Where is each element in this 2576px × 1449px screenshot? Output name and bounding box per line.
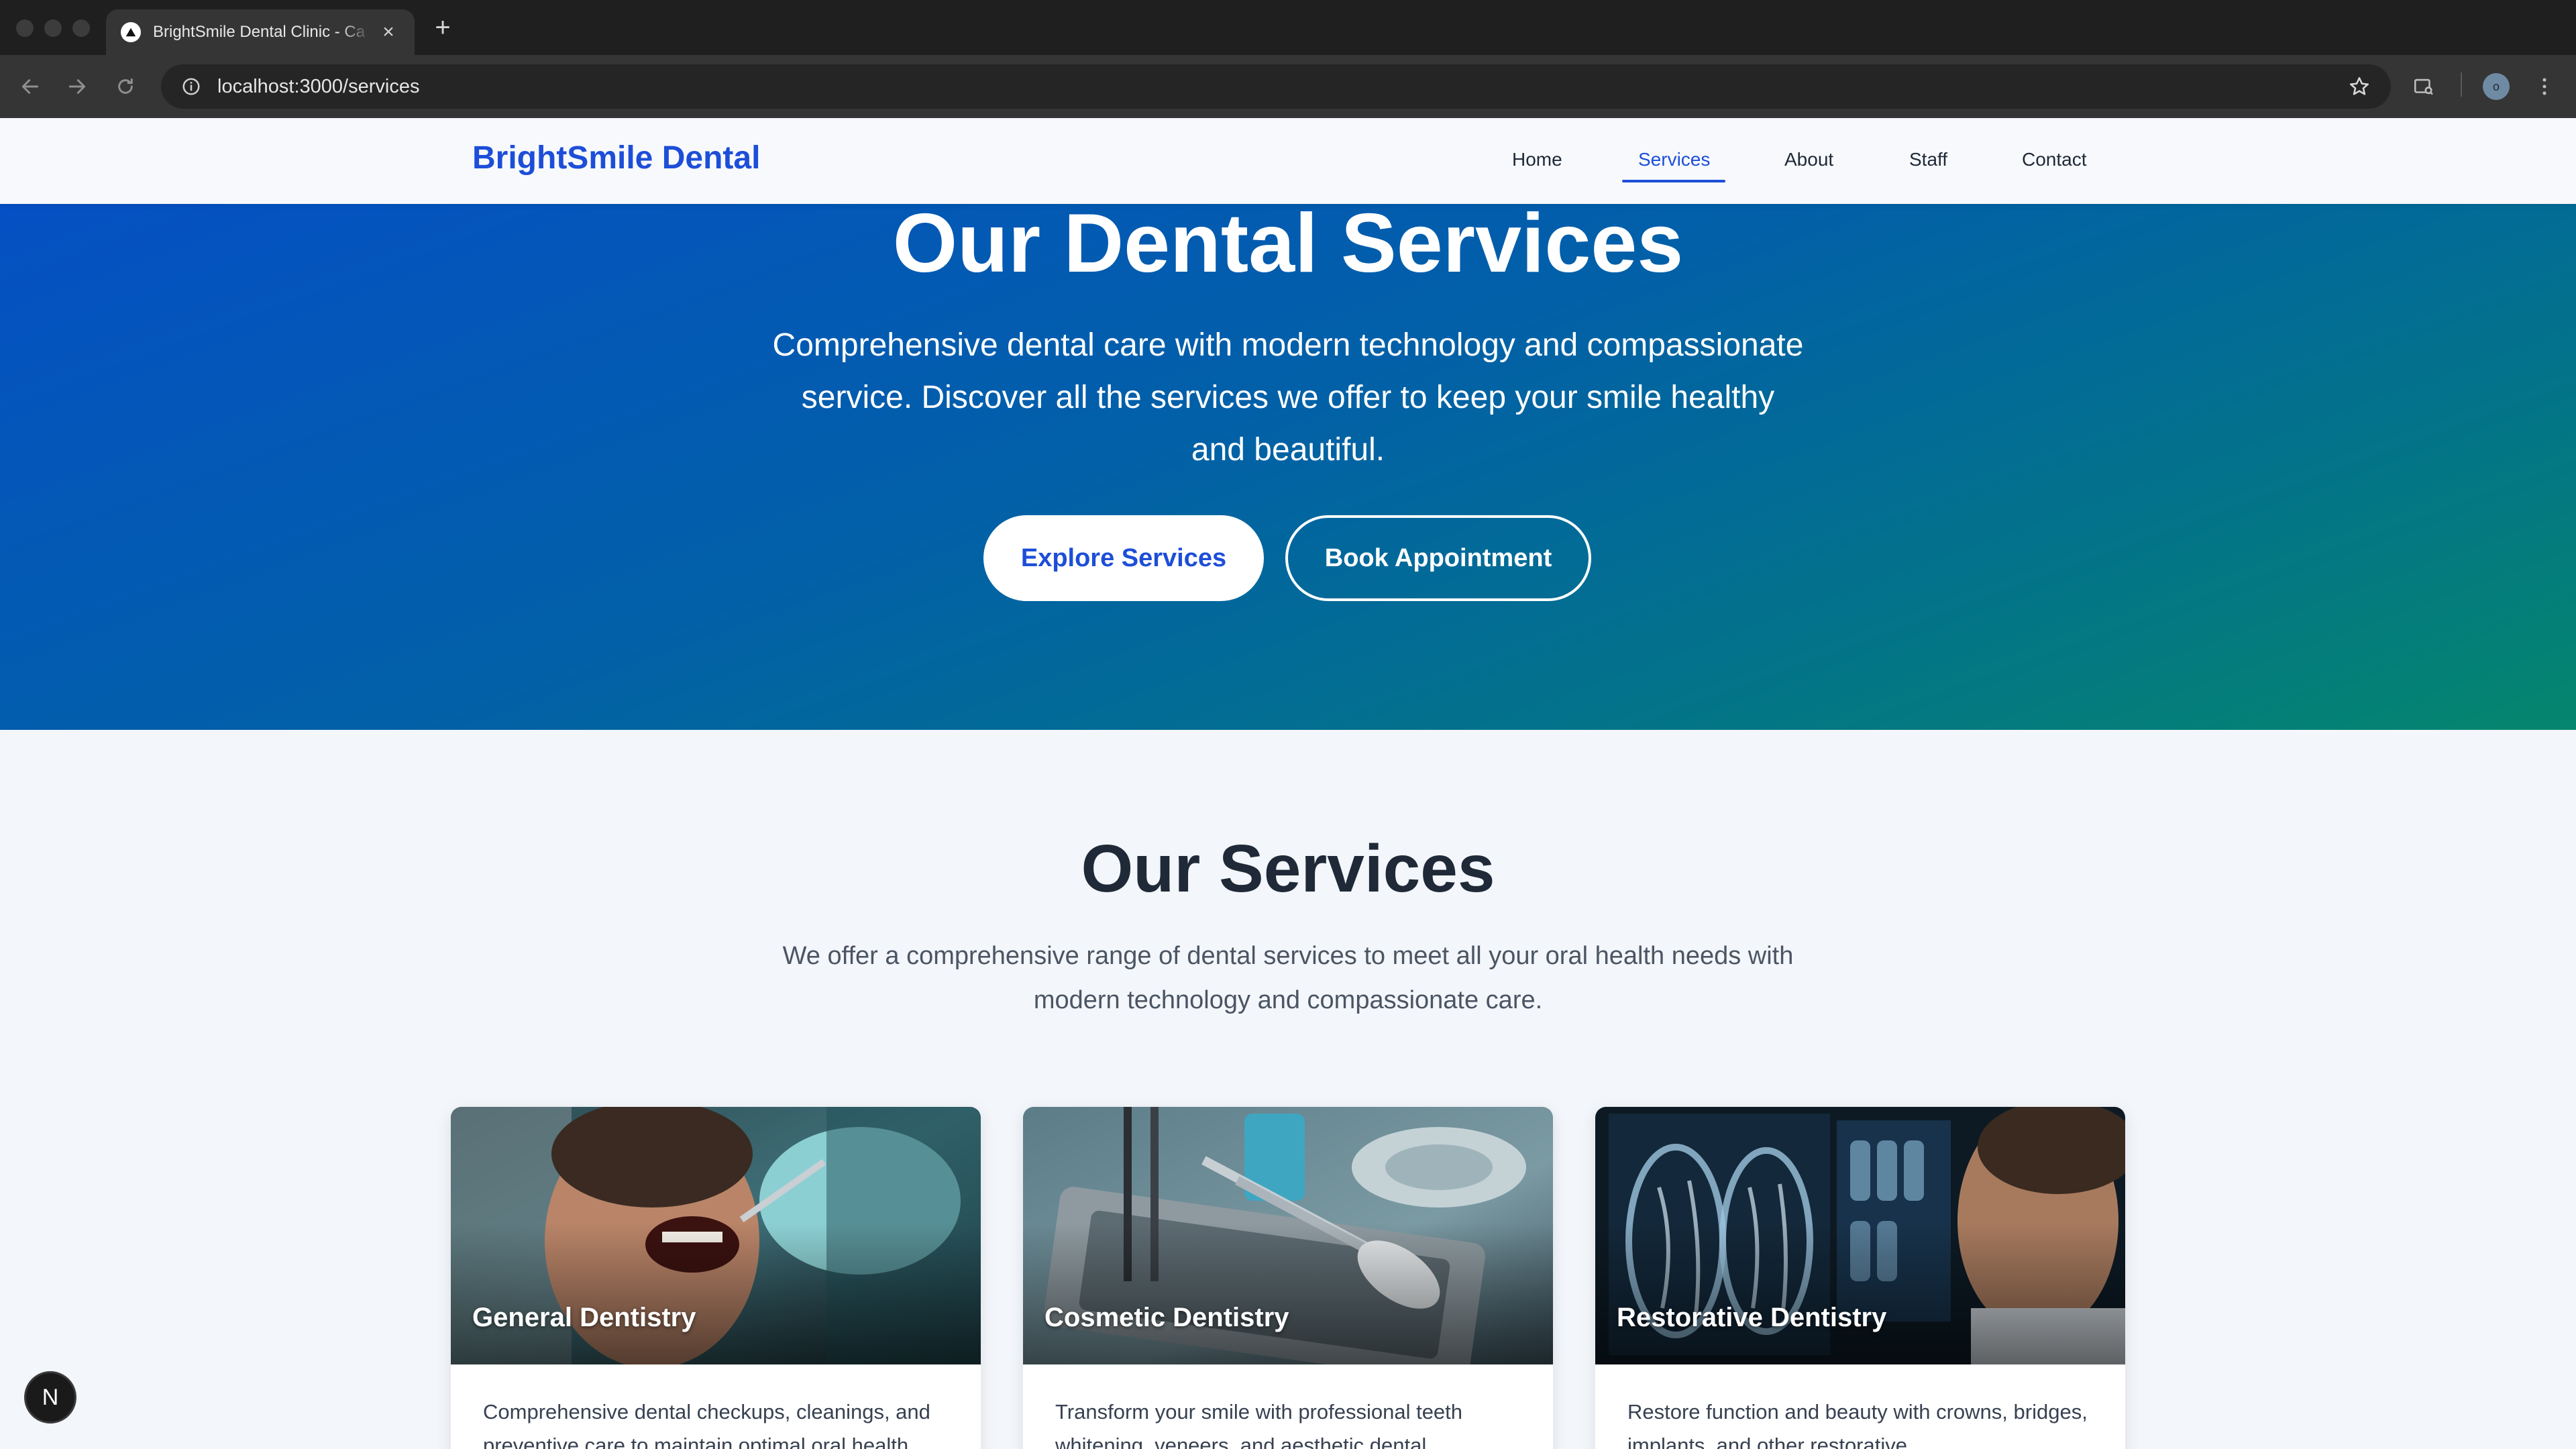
nav-staff[interactable]: Staff	[1909, 149, 1947, 170]
services-section-subtitle: We offer a comprehensive range of dental…	[782, 942, 1794, 1014]
more-menu-icon[interactable]	[2529, 71, 2560, 102]
new-tab-button[interactable]: +	[429, 11, 456, 44]
service-card-cosmetic[interactable]: Cosmetic Dentistry Transform your smile …	[1023, 1107, 1553, 1449]
tab-close-button[interactable]: ×	[377, 21, 400, 44]
forward-arrow-icon[interactable]	[60, 70, 94, 103]
browser-tab-bar: BrightSmile Dental Clinic - Ca × +	[0, 0, 2576, 55]
address-bar[interactable]: localhost:3000/services	[161, 64, 2391, 109]
hero-section: Our Dental Services Comprehensive dental…	[0, 197, 2576, 730]
nav-home[interactable]: Home	[1512, 149, 1562, 170]
profile-initial: o	[2483, 73, 2510, 100]
card-title: General Dentistry	[472, 1303, 696, 1332]
browser-toolbar: localhost:3000/services o	[0, 55, 2576, 118]
vercel-triangle-icon	[121, 22, 141, 42]
site-info-icon[interactable]	[181, 76, 201, 97]
card-title: Restorative Dentistry	[1617, 1303, 1887, 1332]
profile-avatar[interactable]: o	[2481, 71, 2512, 102]
bookmark-star-icon[interactable]	[2348, 75, 2371, 98]
nav-services[interactable]: Services	[1638, 149, 1710, 170]
card-description: Comprehensive dental checkups, cleanings…	[483, 1400, 930, 1449]
tab-title: BrightSmile Dental Clinic - Ca	[153, 23, 366, 41]
explore-services-button[interactable]: Explore Services	[983, 515, 1264, 601]
service-card-general[interactable]: General Dentistry Comprehensive dental c…	[451, 1107, 981, 1449]
hero-subtitle: Comprehensive dental care with modern te…	[772, 327, 1804, 468]
window-minimize-control[interactable]	[44, 19, 62, 37]
services-section-title: Our Services	[1081, 831, 1495, 906]
nav-about[interactable]: About	[1784, 149, 1833, 170]
browser-tab[interactable]: BrightSmile Dental Clinic - Ca ×	[106, 9, 415, 55]
nav-contact[interactable]: Contact	[2022, 149, 2087, 170]
toolbar-divider	[2461, 72, 2462, 97]
window-maximize-control[interactable]	[72, 19, 90, 37]
window-close-control[interactable]	[16, 19, 34, 37]
site-header: BrightSmile Dental Home Services About S…	[0, 118, 2576, 204]
web-page: BrightSmile Dental Home Services About S…	[0, 118, 2576, 1449]
site-logo[interactable]: BrightSmile Dental	[472, 140, 760, 176]
reading-mode-icon[interactable]	[2408, 71, 2439, 102]
hero-title: Our Dental Services	[892, 197, 1684, 290]
url-text: localhost:3000/services	[217, 75, 420, 97]
reload-icon[interactable]	[109, 70, 142, 103]
book-appointment-button[interactable]: Book Appointment	[1285, 515, 1591, 601]
card-description: Transform your smile with professional t…	[1055, 1400, 1463, 1449]
card-title: Cosmetic Dentistry	[1044, 1303, 1289, 1332]
nextjs-dev-indicator[interactable]: N	[24, 1371, 76, 1424]
back-arrow-icon[interactable]	[13, 70, 47, 103]
active-nav-indicator	[1622, 180, 1725, 182]
service-card-restorative[interactable]: Restorative Dentistry Restore function a…	[1595, 1107, 2125, 1449]
card-description: Restore function and beauty with crowns,…	[1627, 1400, 2088, 1449]
